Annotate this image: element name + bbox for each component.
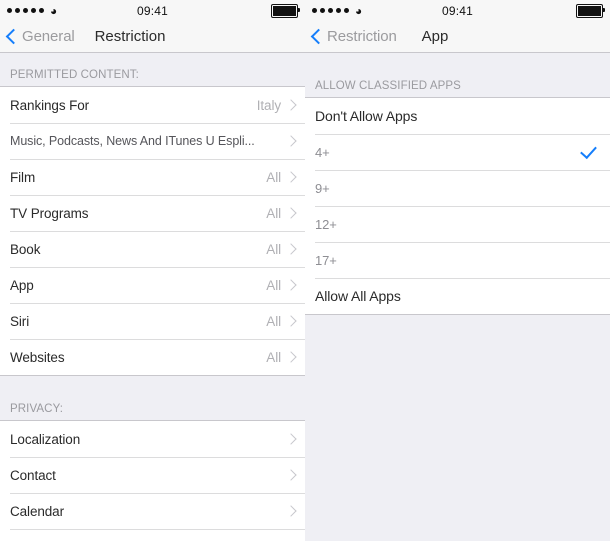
chevron-right-icon bbox=[285, 505, 297, 517]
row-label: App bbox=[10, 277, 34, 293]
option-label: Don't Allow Apps bbox=[315, 108, 418, 124]
battery-full-icon bbox=[271, 3, 300, 18]
back-button-general[interactable]: General bbox=[5, 28, 75, 45]
option-9-plus[interactable]: 9+ bbox=[305, 170, 610, 206]
allow-classified-apps-group: Don't Allow Apps 4+ 9+ 12+ 17+ Allow All… bbox=[305, 97, 610, 315]
row-label: Book bbox=[10, 241, 41, 257]
chevron-left-icon bbox=[310, 28, 327, 45]
chevron-right-icon bbox=[285, 135, 297, 147]
row-value: All bbox=[266, 241, 281, 257]
privacy-group: Localization Contact Calendar bbox=[0, 420, 305, 541]
chevron-right-icon bbox=[285, 433, 297, 445]
chevron-right-icon bbox=[285, 279, 297, 291]
row-label: Websites bbox=[10, 349, 65, 365]
row-app[interactable]: App All bbox=[0, 267, 305, 303]
right-settings-list[interactable]: ALLOW CLASSIFIED APPS Don't Allow Apps 4… bbox=[305, 53, 610, 541]
row-tv-programs[interactable]: TV Programs All bbox=[0, 195, 305, 231]
option-label: 9+ bbox=[315, 180, 330, 196]
empty-area bbox=[305, 315, 610, 515]
row-value: All bbox=[266, 349, 281, 365]
row-accessory: All bbox=[260, 205, 297, 221]
right-status-bar: ◕ 09:41 bbox=[305, 0, 610, 21]
chevron-right-icon bbox=[285, 315, 297, 327]
option-label: 12+ bbox=[315, 216, 337, 232]
row-label: Calendar bbox=[10, 503, 64, 519]
row-accessory: All bbox=[260, 277, 297, 293]
left-settings-list[interactable]: PERMITTED CONTENT: Rankings For Italy Mu… bbox=[0, 53, 305, 541]
right-nav-bar: Restriction App bbox=[305, 21, 610, 53]
row-reminders[interactable]: Reminders bbox=[0, 529, 305, 541]
row-siri[interactable]: Siri All bbox=[0, 303, 305, 339]
right-battery-area bbox=[576, 3, 605, 18]
option-17-plus[interactable]: 17+ bbox=[305, 242, 610, 278]
chevron-right-icon bbox=[285, 243, 297, 255]
row-localization[interactable]: Localization bbox=[0, 421, 305, 457]
row-accessory: All bbox=[260, 349, 297, 365]
right-status-time: 09:41 bbox=[441, 3, 474, 18]
chevron-right-icon bbox=[285, 207, 297, 219]
row-accessory bbox=[281, 505, 297, 517]
row-value: Italy bbox=[256, 97, 281, 113]
row-label: Siri bbox=[10, 313, 30, 329]
row-label: Film bbox=[10, 169, 36, 185]
row-film[interactable]: Film All bbox=[0, 159, 305, 195]
option-allow-all-apps[interactable]: Allow All Apps bbox=[305, 278, 610, 314]
dual-screen-container: ◕ 09:41 General Restriction PERMITTED CO… bbox=[0, 0, 610, 541]
chevron-right-icon bbox=[285, 99, 297, 111]
row-music-podcasts-news[interactable]: Music, Podcasts, News And ITunes U Espli… bbox=[0, 123, 305, 159]
row-label: Localization bbox=[10, 431, 81, 447]
row-accessory: All bbox=[260, 313, 297, 329]
row-value: All bbox=[266, 169, 281, 185]
chevron-left-icon bbox=[5, 28, 22, 45]
row-accessory bbox=[281, 135, 297, 147]
left-phone-screen: ◕ 09:41 General Restriction PERMITTED CO… bbox=[0, 0, 305, 541]
option-label: 4+ bbox=[315, 144, 330, 160]
row-rankings-for[interactable]: Rankings For Italy bbox=[0, 87, 305, 123]
row-accessory: All bbox=[260, 241, 297, 257]
back-button-label: Restriction bbox=[327, 28, 397, 45]
row-value: All bbox=[266, 313, 281, 329]
back-button-restriction[interactable]: Restriction bbox=[310, 28, 397, 45]
row-accessory bbox=[281, 469, 297, 481]
chevron-right-icon bbox=[285, 351, 297, 363]
row-label: TV Programs bbox=[10, 205, 89, 221]
section-header-allow-classified-apps: ALLOW CLASSIFIED APPS bbox=[305, 53, 610, 97]
row-accessory: All bbox=[260, 169, 297, 185]
row-websites[interactable]: Websites All bbox=[0, 339, 305, 375]
left-battery-area bbox=[271, 3, 300, 18]
permitted-content-group: Rankings For Italy Music, Podcasts, News… bbox=[0, 86, 305, 376]
row-calendar[interactable]: Calendar bbox=[0, 493, 305, 529]
battery-full-icon bbox=[576, 3, 605, 18]
chevron-right-icon bbox=[285, 171, 297, 183]
option-label: 17+ bbox=[315, 252, 337, 268]
chevron-right-icon bbox=[285, 469, 297, 481]
row-label: Contact bbox=[10, 467, 56, 483]
option-dont-allow-apps[interactable]: Don't Allow Apps bbox=[305, 98, 610, 134]
right-phone-screen: ◕ 09:41 Restriction App ALLOW CLASSIFIED… bbox=[305, 0, 610, 541]
option-12-plus[interactable]: 12+ bbox=[305, 206, 610, 242]
option-4-plus[interactable]: 4+ bbox=[305, 134, 610, 170]
row-accessory bbox=[281, 433, 297, 445]
left-status-bar: ◕ 09:41 bbox=[0, 0, 305, 21]
checkmark-icon bbox=[580, 141, 597, 160]
row-label: Rankings For bbox=[10, 97, 90, 113]
left-status-time: 09:41 bbox=[136, 3, 169, 18]
row-label: Music, Podcasts, News And ITunes U Espli… bbox=[10, 134, 255, 148]
row-contact[interactable]: Contact bbox=[0, 457, 305, 493]
section-header-privacy: PRIVACY: bbox=[0, 376, 305, 420]
option-accessory bbox=[575, 141, 600, 160]
back-button-label: General bbox=[22, 28, 75, 45]
option-label: Allow All Apps bbox=[315, 288, 401, 304]
row-value: All bbox=[266, 205, 281, 221]
row-book[interactable]: Book All bbox=[0, 231, 305, 267]
left-nav-bar: General Restriction bbox=[0, 21, 305, 53]
section-header-permitted-content: PERMITTED CONTENT: bbox=[0, 53, 305, 86]
row-accessory: Italy bbox=[251, 97, 297, 113]
row-value: All bbox=[266, 277, 281, 293]
